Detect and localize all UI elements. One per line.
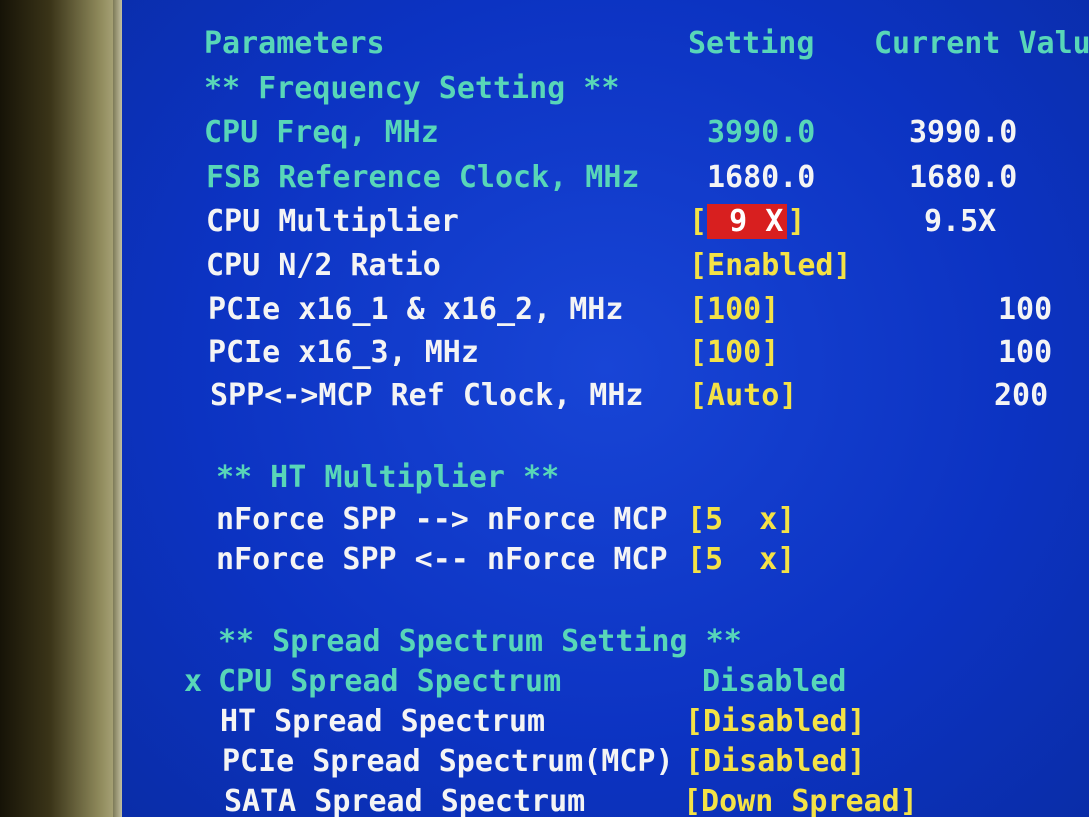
param-pcie-x16-3-current: 100	[998, 335, 1053, 370]
param-cpu-freq-setting: 3990.0	[707, 115, 816, 150]
param-cpu-n2-ratio-label: CPU N/2 Ratio	[206, 248, 441, 283]
param-ht-spp-to-mcp-setting[interactable]: [5 x]	[687, 500, 795, 540]
section-ht-multiplier: ** HT Multiplier **	[216, 460, 560, 495]
param-pcie-spread-spectrum-setting[interactable]: [Disabled]	[685, 742, 866, 782]
param-sata-spread-spectrum-setting[interactable]: [Down Spread]	[683, 782, 918, 817]
selected-value-highlight[interactable]: 9 X	[707, 204, 788, 239]
param-cpu-multiplier-setting[interactable]: [ 9 X]	[689, 202, 805, 242]
param-ht-mcp-to-spp-setting[interactable]: [5 x]	[687, 540, 795, 580]
column-header-setting: Setting	[688, 26, 815, 61]
bracket-close: ]	[787, 204, 806, 239]
param-ht-spread-spectrum-label: HT Spread Spectrum	[220, 704, 546, 739]
param-fsb-clock-label: FSB Reference Clock, MHz	[206, 160, 640, 195]
monitor-bezel	[0, 0, 125, 817]
param-fsb-clock-current: 1680.0	[909, 160, 1018, 195]
bios-screen: Parameters Setting Current Valu ** Frequ…	[122, 0, 1089, 817]
param-cpu-n2-ratio-setting[interactable]: [Enabled]	[689, 246, 852, 286]
param-pcie-x16-3-label: PCIe x16_3, MHz	[208, 335, 479, 370]
param-ht-mcp-to-spp-label: nForce SPP <-- nForce MCP	[216, 542, 668, 577]
param-cpu-multiplier-label: CPU Multiplier	[206, 204, 459, 239]
param-sata-spread-spectrum-label: SATA Spread Spectrum	[224, 784, 586, 817]
param-cpu-spread-spectrum-setting: Disabled	[702, 664, 847, 699]
param-cpu-freq-current: 3990.0	[909, 115, 1018, 150]
param-spp-mcp-ref-clock-setting[interactable]: [Auto]	[689, 376, 797, 416]
bracket-open: [	[689, 204, 708, 239]
column-header-parameters: Parameters	[204, 26, 385, 61]
param-pcie-spread-spectrum-label: PCIe Spread Spectrum(MCP)	[222, 744, 674, 779]
param-cpu-multiplier-current: 9.5X	[924, 204, 997, 239]
section-spread-spectrum: ** Spread Spectrum Setting **	[218, 624, 742, 659]
param-ht-spread-spectrum-setting[interactable]: [Disabled]	[685, 702, 866, 742]
param-cpu-freq-label: CPU Freq, MHz	[204, 115, 439, 150]
column-header-current-value: Current Valu	[874, 26, 1089, 61]
param-spp-mcp-ref-clock-current: 200	[994, 378, 1049, 413]
disabled-marker-icon: x	[184, 664, 203, 699]
param-pcie-x16-1-2-label: PCIe x16_1 & x16_2, MHz	[208, 292, 624, 327]
param-pcie-x16-1-2-current: 100	[998, 292, 1053, 327]
param-ht-spp-to-mcp-label: nForce SPP --> nForce MCP	[216, 502, 668, 537]
param-pcie-x16-1-2-setting[interactable]: [100]	[689, 290, 779, 330]
param-cpu-spread-spectrum-label: CPU Spread Spectrum	[218, 664, 562, 699]
param-pcie-x16-3-setting[interactable]: [100]	[689, 333, 779, 373]
param-spp-mcp-ref-clock-label: SPP<->MCP Ref Clock, MHz	[210, 378, 644, 413]
param-fsb-clock-setting: 1680.0	[707, 160, 816, 195]
section-frequency-setting: ** Frequency Setting **	[204, 71, 620, 106]
